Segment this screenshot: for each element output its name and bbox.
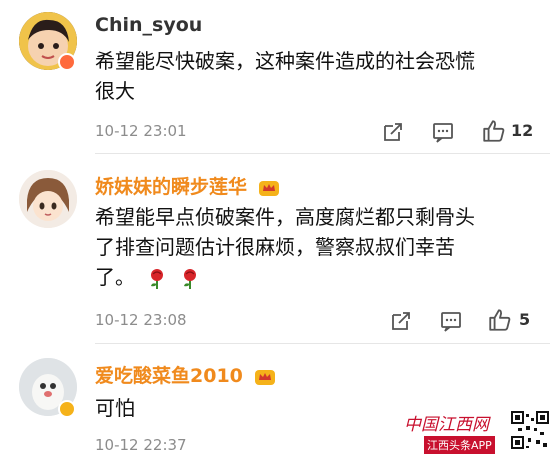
comment-text-line: 了。 [95, 262, 535, 292]
comment-icon[interactable] [431, 120, 455, 144]
repost-icon[interactable] [389, 309, 413, 333]
verified-badge-icon [58, 53, 76, 71]
like-count: 5 [519, 310, 531, 329]
like-count: 12 [511, 121, 534, 140]
qr-code-icon [510, 410, 550, 450]
timestamp: 10-12 23:08 [95, 311, 187, 329]
username[interactable]: Chin_syou [95, 14, 202, 36]
vip-crown-icon [254, 369, 275, 385]
verified-badge-icon [58, 400, 76, 418]
username[interactable]: 娇妹妹的瞬步莲华 [95, 172, 280, 199]
username-text: 娇妹妹的瞬步莲华 [95, 176, 248, 198]
divider [95, 153, 550, 154]
username[interactable]: 爱吃酸菜鱼2010 [95, 361, 276, 388]
comment-text-line: 希望能尽快破案，这种案件造成的社会恐慌 [95, 49, 475, 73]
username-text: 爱吃酸菜鱼2010 [95, 365, 243, 387]
repost-icon[interactable] [381, 120, 405, 144]
watermark-site: 中国江西网 [404, 415, 489, 435]
vip-crown-icon [258, 180, 279, 196]
watermark-app: 江西头条APP [424, 436, 495, 454]
comment-text-line: 很大 [95, 79, 135, 103]
comment-text-line: 希望能早点侦破案件，高度腐烂都只剩骨头 [95, 205, 475, 229]
rose-emoji-icon [151, 268, 164, 289]
comment-text-line: 了排查问题估计很麻烦，警察叔叔们幸苦 [95, 235, 455, 259]
comment-text-segment: 了。 [95, 265, 135, 289]
avatar[interactable] [19, 170, 77, 228]
comment-text: 希望能早点侦破案件，高度腐烂都只剩骨头 了排查问题估计很麻烦，警察叔叔们幸苦 了… [95, 202, 535, 292]
comment-icon[interactable] [439, 309, 463, 333]
like-icon[interactable] [481, 118, 507, 144]
divider [95, 343, 550, 344]
watermark: 中国江西网 江西头条APP [404, 408, 550, 472]
comment-text: 希望能尽快破案，这种案件造成的社会恐慌 很大 [95, 46, 535, 106]
like-icon[interactable] [487, 307, 513, 333]
timestamp: 10-12 23:01 [95, 122, 187, 140]
timestamp: 10-12 22:37 [95, 436, 187, 454]
rose-emoji-icon [183, 268, 196, 289]
